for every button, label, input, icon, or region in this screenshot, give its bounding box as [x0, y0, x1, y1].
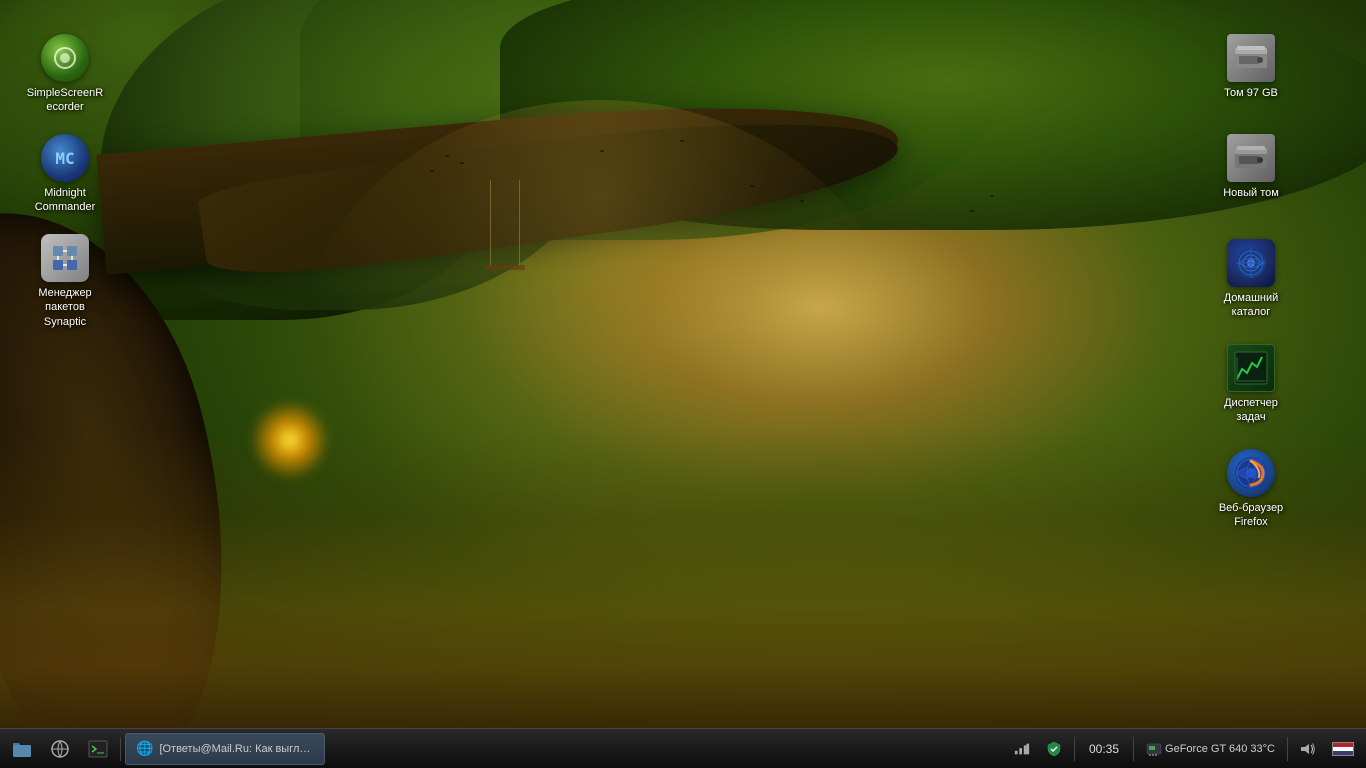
task-manager-icon: [1227, 344, 1275, 392]
taskbar-divider-3: [1133, 737, 1134, 761]
desktop-icon-midnight-commander[interactable]: MC Midnight Commander: [20, 130, 110, 219]
mc-icon: MC: [41, 134, 89, 182]
task-manager-svg: [1234, 351, 1268, 385]
taskbar-divider-2: [1074, 737, 1075, 761]
taskbar-window-mail[interactable]: 🌐 [Ответы@Mail.Ru: Как выгляди...: [125, 733, 325, 765]
drive-icon-1: [1227, 34, 1275, 82]
synaptic-icon-svg: [49, 242, 81, 274]
firefox-label: Веб-браузер Firefox: [1210, 501, 1292, 530]
desktop-icon-home-catalog[interactable]: Домашний каталог: [1206, 235, 1296, 324]
home-icon: [1227, 239, 1275, 287]
desktop-icon-synaptic[interactable]: Менеджер пакетов Synaptic: [20, 230, 110, 333]
drive-icon-2: [1227, 134, 1275, 182]
home-catalog-label: Домашний каталог: [1210, 291, 1292, 320]
task-manager-label: Диспетчер задач: [1210, 396, 1292, 425]
systray-clock[interactable]: 00:35: [1083, 740, 1125, 758]
firefox-icon: [1227, 449, 1275, 497]
drive-svg-1: [1233, 44, 1269, 72]
particle: [800, 200, 804, 202]
taskbar: 🌐 [Ответы@Mail.Ru: Как выгляди...: [0, 728, 1366, 768]
taskbar-systray: 00:35 GeForce GT 640 33°C: [1002, 737, 1366, 761]
home-svg: [1234, 246, 1268, 280]
drive-svg-2: [1233, 144, 1269, 172]
midnight-commander-label: Midnight Commander: [24, 186, 106, 215]
desktop-icon-volume-97gb[interactable]: Том 97 GB: [1206, 30, 1296, 104]
synaptic-icon: [41, 234, 89, 282]
volume-97gb-label: Том 97 GB: [1224, 86, 1278, 100]
ssr-icon: [41, 34, 89, 82]
particle: [430, 170, 434, 172]
desktop-icon-simplescreenrecorder[interactable]: SimpleScreenRecorder: [20, 30, 110, 119]
swing: [490, 180, 520, 270]
ground: [0, 428, 1366, 728]
clock-display: 00:35: [1089, 742, 1119, 756]
desktop-icon-new-volume[interactable]: Новый том: [1206, 130, 1296, 204]
taskbar-quick-launch: [0, 733, 120, 765]
systray-flag[interactable]: [1328, 740, 1358, 758]
gpu-label: GeForce GT 640 33°C: [1165, 743, 1275, 755]
new-volume-label: Новый том: [1223, 186, 1279, 200]
particle: [445, 155, 449, 157]
taskbar-divider-1: [120, 737, 121, 761]
taskbar-btn-files[interactable]: [4, 733, 40, 765]
ssr-icon-svg: [51, 44, 79, 72]
particle: [460, 162, 464, 164]
taskbar-btn-browser[interactable]: [42, 733, 78, 765]
desktop-icon-task-manager[interactable]: Диспетчер задач: [1206, 340, 1296, 429]
volume-icon: [1300, 741, 1316, 757]
firefox-svg: [1233, 455, 1269, 491]
network-icon: [1014, 741, 1030, 757]
particle: [680, 140, 684, 142]
particle: [600, 150, 604, 152]
synaptic-label: Менеджер пакетов Synaptic: [24, 286, 106, 329]
taskbar-divider-4: [1287, 737, 1288, 761]
mail-window-icon: 🌐: [136, 740, 153, 757]
us-flag-icon: [1332, 742, 1354, 756]
systray-gpu[interactable]: GeForce GT 640 33°C: [1142, 739, 1279, 759]
shield-icon: [1046, 741, 1062, 757]
simplescreenrecorder-label: SimpleScreenRecorder: [24, 86, 106, 115]
desktop: SimpleScreenRecorder MC Midnight Command…: [0, 0, 1366, 768]
particle: [750, 185, 754, 187]
systray-shield[interactable]: [1042, 739, 1066, 759]
particle: [970, 210, 974, 212]
systray-volume[interactable]: [1296, 739, 1320, 759]
desktop-icon-firefox[interactable]: Веб-браузер Firefox: [1206, 445, 1296, 534]
particle: [990, 195, 994, 197]
glow-light: [250, 400, 330, 480]
taskbar-btn-terminal[interactable]: [80, 733, 116, 765]
gpu-icon: [1146, 741, 1162, 757]
systray-network[interactable]: [1010, 739, 1034, 759]
mail-window-label: [Ответы@Mail.Ru: Как выгляди...: [159, 743, 314, 755]
